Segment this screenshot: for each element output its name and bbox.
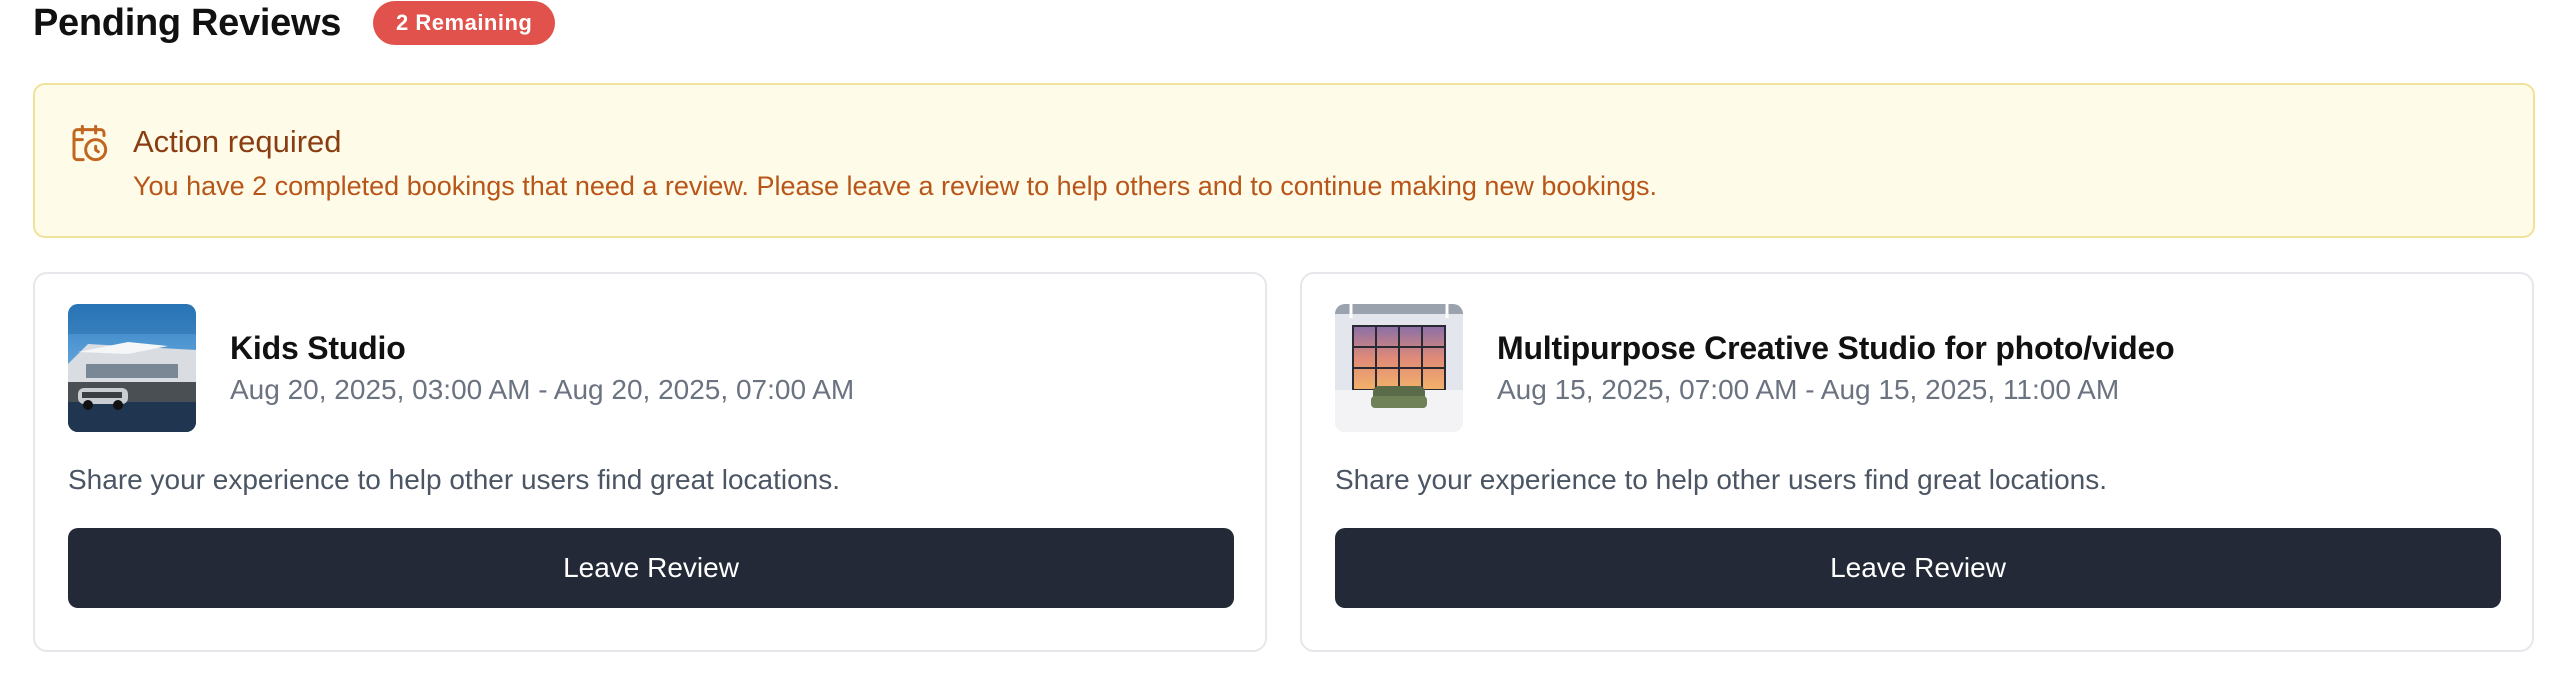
calendar-clock-icon bbox=[69, 123, 109, 163]
review-card-creative-studio: Multipurpose Creative Studio for photo/v… bbox=[1300, 272, 2534, 652]
card-description: Share your experience to help other user… bbox=[1335, 464, 2108, 495]
pending-reviews-page: Pending Reviews 2 Remaining Action requi… bbox=[0, 0, 2568, 678]
location-title[interactable]: Kids Studio bbox=[230, 328, 854, 368]
alert-message: You have 2 completed bookings that need … bbox=[133, 171, 1657, 201]
page-title: Pending Reviews bbox=[33, 2, 342, 44]
card-header: Kids Studio Aug 20, 2025, 03:00 AM - Aug… bbox=[68, 304, 1232, 432]
location-title[interactable]: Multipurpose Creative Studio for photo/v… bbox=[1497, 328, 2175, 368]
leave-review-button[interactable]: Leave Review bbox=[68, 528, 1234, 608]
remaining-badge: 2 Remaining bbox=[373, 1, 556, 45]
location-thumbnail bbox=[68, 304, 196, 432]
card-info: Kids Studio Aug 20, 2025, 03:00 AM - Aug… bbox=[230, 328, 854, 408]
page-header: Pending Reviews 2 Remaining bbox=[33, 0, 2535, 46]
action-required-alert: Action required You have 2 completed boo… bbox=[33, 83, 2535, 238]
alert-title: Action required bbox=[133, 124, 342, 159]
review-cards: Kids Studio Aug 20, 2025, 03:00 AM - Aug… bbox=[33, 272, 2535, 652]
review-card-kids-studio: Kids Studio Aug 20, 2025, 03:00 AM - Aug… bbox=[33, 272, 1267, 652]
leave-review-button[interactable]: Leave Review bbox=[1335, 528, 2501, 608]
booking-dates: Aug 20, 2025, 03:00 AM - Aug 20, 2025, 0… bbox=[230, 374, 855, 405]
alert-body: Action required You have 2 completed boo… bbox=[133, 123, 1657, 203]
booking-dates: Aug 15, 2025, 07:00 AM - Aug 15, 2025, 1… bbox=[1497, 374, 2120, 405]
card-description: Share your experience to help other user… bbox=[68, 464, 841, 495]
card-info: Multipurpose Creative Studio for photo/v… bbox=[1497, 328, 2175, 408]
card-header: Multipurpose Creative Studio for photo/v… bbox=[1335, 304, 2499, 432]
location-thumbnail bbox=[1335, 304, 1463, 432]
